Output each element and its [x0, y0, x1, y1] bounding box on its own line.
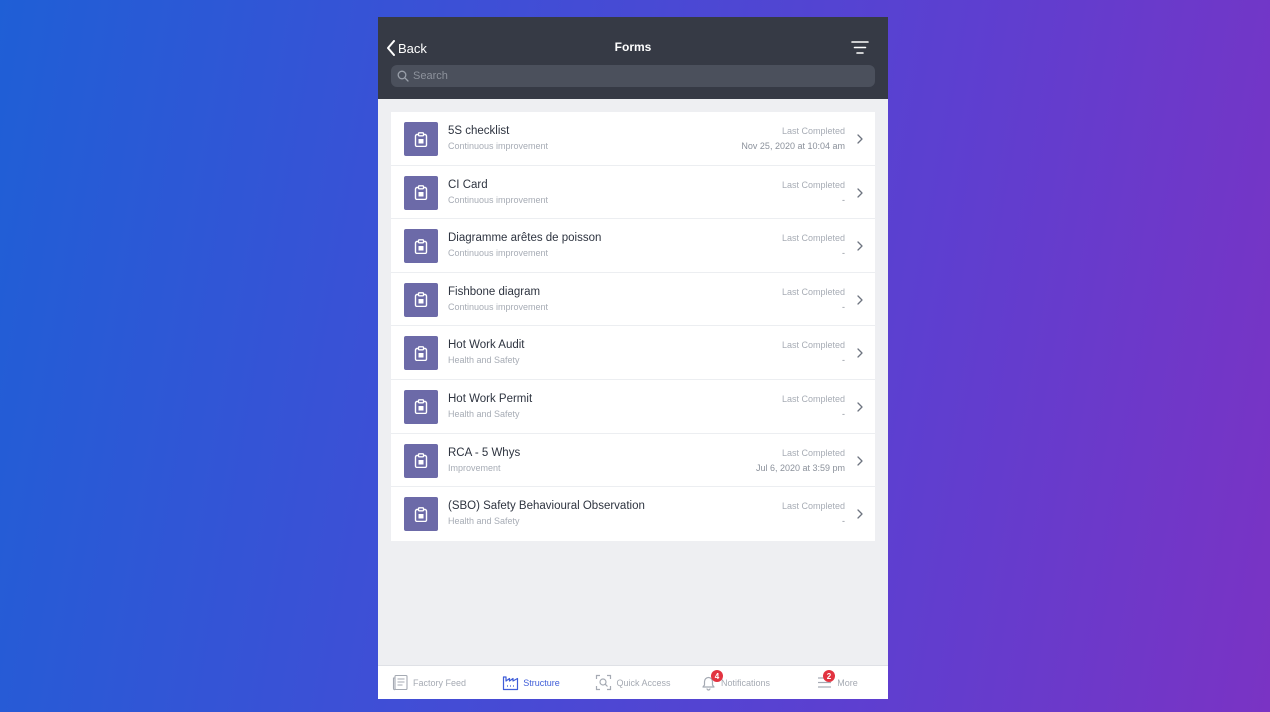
quick-access-icon: [596, 674, 612, 691]
form-icon-tile: [404, 336, 438, 371]
tab-notifications-label: Notifications: [720, 677, 771, 688]
last-completed-value: -: [842, 301, 845, 312]
filter-icon[interactable]: [851, 40, 869, 55]
last-completed-value: Jul 6, 2020 at 3:59 pm: [755, 462, 845, 473]
list-item[interactable]: (SBO) Safety Behavioural Observation Heal…: [391, 487, 875, 541]
chevron-right-icon: [857, 187, 863, 198]
factory-feed-icon: [392, 674, 408, 691]
tab-structure-label: Structure: [523, 677, 560, 688]
form-name: Hot Work Audit: [448, 339, 525, 352]
list-item[interactable]: Fishbone diagram Continuous improvement La…: [391, 273, 875, 327]
form-name: Diagramme arêtes de poisson: [448, 232, 602, 245]
form-name: (SBO) Safety Behavioural Observation: [448, 500, 645, 513]
more-badge: 2: [823, 670, 835, 682]
list-item[interactable]: CI Card Continuous improvement Last Comple…: [391, 166, 875, 220]
structure-icon: [503, 676, 519, 691]
form-category: Improvement: [448, 462, 501, 473]
form-category: Health and Safety: [448, 355, 520, 366]
tab-more[interactable]: More 2: [786, 666, 888, 699]
form-icon-tile: [404, 443, 438, 478]
last-completed-label: Last Completed: [781, 126, 845, 136]
clipboard-icon: [414, 292, 428, 308]
form-name: Fishbone diagram: [448, 285, 541, 298]
form-category: Continuous improvement: [448, 141, 549, 151]
last-completed-label: Last Completed: [781, 393, 845, 404]
form-name: Hot Work Permit: [448, 392, 533, 405]
form-icon-tile: [404, 497, 438, 532]
tab-more-label: More: [837, 677, 858, 688]
page-title: Forms: [614, 40, 652, 54]
last-completed-value: -: [842, 355, 845, 366]
list-item[interactable]: Hot Work Audit Health and Safety Last Comp…: [391, 326, 875, 380]
chevron-right-icon: [857, 455, 863, 466]
notifications-badge: 4: [711, 670, 723, 682]
chevron-right-icon: [857, 241, 863, 251]
top-bar: Back Forms: [378, 17, 888, 99]
last-completed-label: Last Completed: [781, 447, 845, 458]
clipboard-icon: [414, 185, 428, 201]
clipboard-icon: [414, 506, 428, 522]
clipboard-icon: [414, 238, 428, 254]
forms-list: 5S checklist Continuous improvement Last C…: [391, 112, 875, 541]
form-category: Continuous improvement: [448, 248, 549, 259]
chevron-right-icon: [857, 402, 863, 412]
list-item[interactable]: 5S checklist Continuous improvement Last C…: [391, 112, 875, 166]
form-icon-tile: [404, 282, 438, 317]
form-name: CI Card: [448, 178, 488, 191]
chevron-right-icon: [857, 134, 863, 144]
form-icon-tile: [404, 229, 438, 264]
form-category: Continuous improvement: [448, 194, 549, 205]
clipboard-icon: [414, 399, 428, 415]
last-completed-value: Nov 25, 2020 at 10:04 am: [741, 141, 845, 151]
form-category: Continuous improvement: [448, 301, 549, 312]
form-icon-tile: [404, 175, 438, 210]
form-category: Health and Safety: [448, 408, 520, 419]
clipboard-icon: [414, 131, 428, 147]
tab-factory-feed-label: Factory Feed: [412, 677, 467, 688]
tab-notifications[interactable]: Notifications 4: [684, 666, 786, 699]
search-input[interactable]: [413, 70, 853, 82]
tab-quick-access[interactable]: Quick Access: [582, 666, 684, 699]
last-completed-value: -: [842, 516, 845, 527]
form-name: 5S checklist: [448, 125, 510, 137]
form-category: Health and Safety: [448, 516, 520, 527]
list-item[interactable]: Hot Work Permit Health and Safety Last Com…: [391, 380, 875, 434]
app-window: Back Forms 5S checklist Continuous improv…: [378, 17, 888, 699]
chevron-right-icon: [857, 509, 863, 519]
clipboard-icon: [414, 453, 428, 469]
last-completed-label: Last Completed: [781, 233, 845, 244]
last-completed-label: Last Completed: [781, 340, 845, 351]
chevron-right-icon: [857, 348, 863, 359]
search-bar[interactable]: [391, 65, 875, 87]
form-name: RCA - 5 Whys: [448, 446, 521, 459]
search-icon: [397, 70, 409, 82]
form-icon-tile: [404, 389, 438, 424]
tab-structure[interactable]: Structure: [480, 666, 582, 699]
tab-bar: Factory Feed Structure Quick Access Noti…: [378, 665, 888, 699]
last-completed-label: Last Completed: [781, 179, 845, 190]
last-completed-label: Last Completed: [781, 501, 845, 512]
last-completed-value: -: [842, 194, 845, 205]
tab-quick-access-label: Quick Access: [616, 677, 671, 688]
list-item[interactable]: Diagramme arêtes de poisson Continuous im…: [391, 219, 875, 273]
tab-factory-feed[interactable]: Factory Feed: [378, 666, 480, 699]
form-icon-tile: [404, 122, 438, 156]
clipboard-icon: [414, 346, 428, 361]
last-completed-value: -: [842, 248, 845, 259]
last-completed-label: Last Completed: [781, 286, 845, 297]
chevron-right-icon: [857, 295, 863, 305]
last-completed-value: -: [842, 408, 845, 419]
list-item[interactable]: RCA - 5 Whys Improvement Last Completed Jul…: [391, 434, 875, 488]
